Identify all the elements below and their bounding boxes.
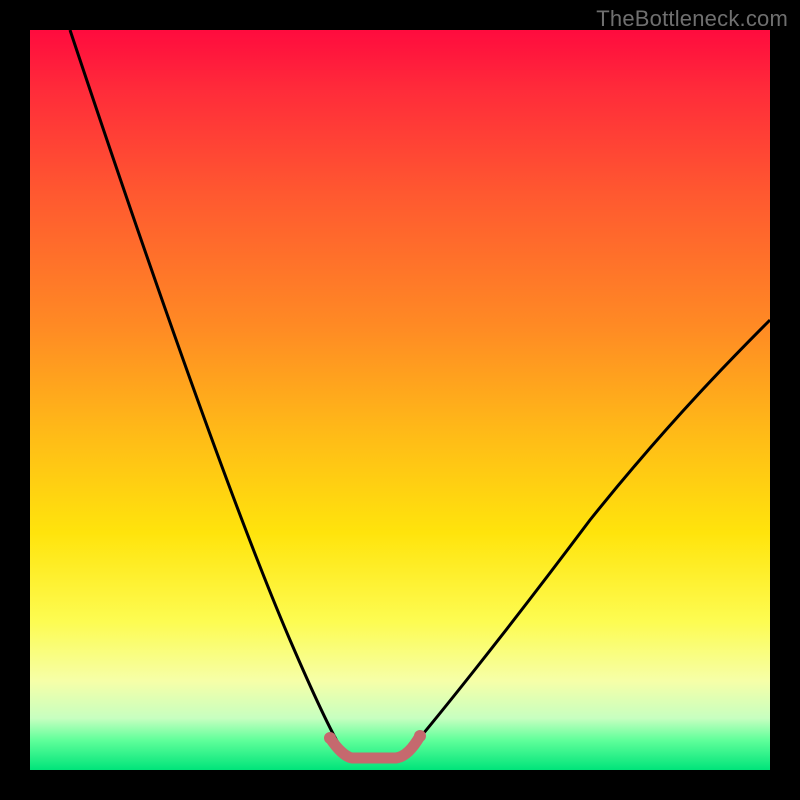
- bottleneck-curve-svg: [30, 30, 770, 770]
- bottleneck-curve: [70, 30, 770, 758]
- flat-minimum-segment: [330, 736, 420, 758]
- chart-frame: TheBottleneck.com: [0, 0, 800, 800]
- flat-segment-right-dot: [414, 730, 426, 742]
- flat-segment-left-dot: [324, 732, 336, 744]
- watermark-text: TheBottleneck.com: [596, 6, 788, 32]
- plot-area: [30, 30, 770, 770]
